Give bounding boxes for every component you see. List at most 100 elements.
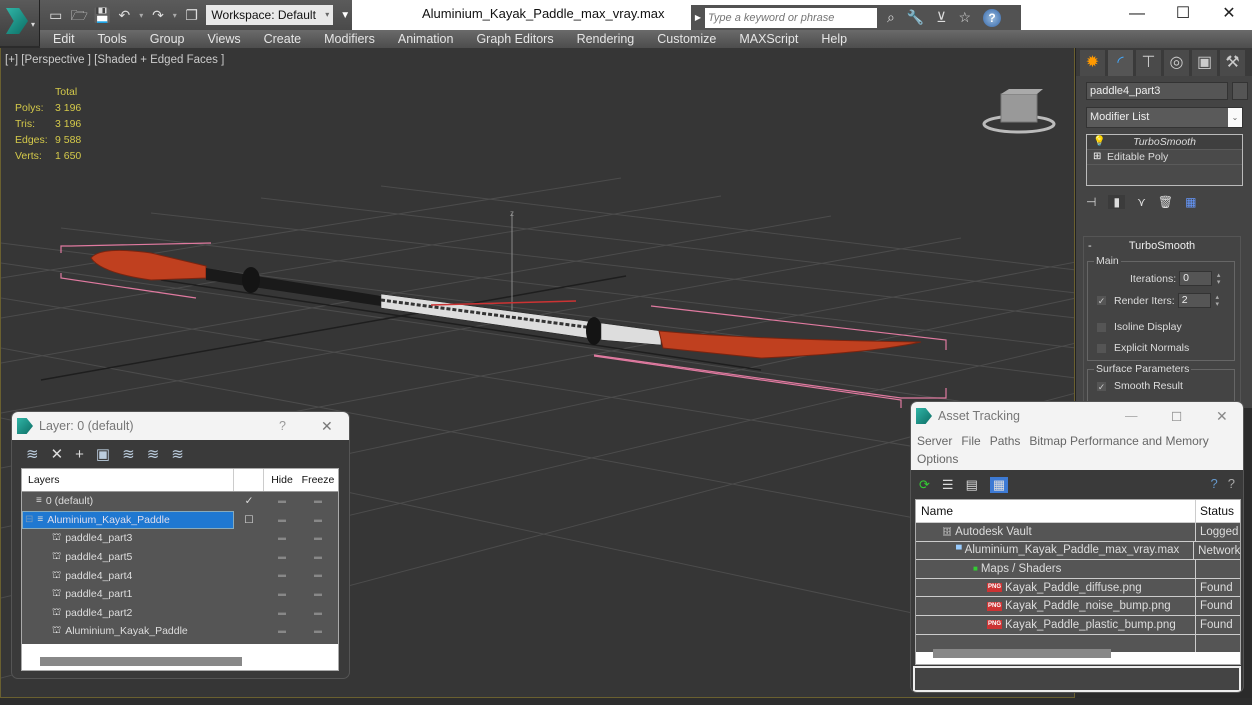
undo-icon[interactable]: ↶ xyxy=(117,7,133,23)
object-row[interactable]: ⛫ paddle4_part4 ▬ ▬ xyxy=(22,566,338,585)
spinner-arrows-icon[interactable]: ▴ ▾ xyxy=(1214,272,1223,286)
menu-group[interactable]: Group xyxy=(150,32,185,46)
column-status[interactable]: Status xyxy=(1196,500,1234,522)
current-layer-checkbox[interactable]: ☐ xyxy=(234,511,264,530)
menu-create[interactable]: Create xyxy=(264,32,302,46)
satellite-icon[interactable]: ⊻ xyxy=(936,9,946,26)
motion-tab-icon[interactable]: ◎ xyxy=(1164,50,1189,76)
project-folder-icon[interactable]: ❐ xyxy=(184,7,200,23)
menu-rendering[interactable]: Rendering xyxy=(577,32,635,46)
modify-tab-icon[interactable]: ◜ xyxy=(1108,50,1133,76)
asset-row[interactable]: PNG Kayak_Paddle_plastic_bump.png Found xyxy=(916,614,1240,634)
refresh-icon[interactable]: ⟳ xyxy=(919,477,930,493)
remove-modifier-icon[interactable]: 🗑 xyxy=(1158,195,1173,209)
iterations-spinner[interactable]: 0 xyxy=(1179,271,1213,286)
menu-options[interactable]: Options xyxy=(917,452,958,466)
workspace-dropdown[interactable]: Workspace: Default ▾ xyxy=(206,5,334,25)
object-row[interactable]: ⛫ paddle4_part2 ▬ ▬ xyxy=(22,604,338,623)
add-to-layer-icon[interactable]: + xyxy=(75,446,84,463)
freeze-toggle[interactable]: ▬ xyxy=(300,511,336,530)
column-name[interactable]: Name xyxy=(916,500,1196,522)
hide-toggle[interactable]: ▬ xyxy=(264,585,300,604)
redo-dropdown-icon[interactable]: ▾ xyxy=(173,11,177,20)
object-row[interactable]: ⛫ paddle4_part3 ▬ ▬ xyxy=(22,529,338,548)
star-favorites-icon[interactable]: ☆ xyxy=(959,9,972,26)
column-freeze[interactable]: Freeze xyxy=(300,469,336,491)
menu-server[interactable]: Server xyxy=(917,434,952,448)
show-end-result-icon[interactable]: ▮ xyxy=(1108,195,1126,209)
dialog-title-bar[interactable]: Layer: 0 (default) ? ✕ xyxy=(12,412,349,440)
close-button[interactable]: ✕ xyxy=(1216,408,1228,425)
asset-row[interactable]: PNG Kayak_Paddle_diffuse.png Found xyxy=(916,577,1240,597)
hide-toggle[interactable]: ▬ xyxy=(264,511,300,530)
thumbnail-view-icon[interactable]: ▤ xyxy=(966,477,978,493)
smooth-result-checkbox[interactable]: ✓ xyxy=(1096,380,1107,392)
asset-row[interactable]: PNG Kayak_Paddle_noise_bump.png Found xyxy=(916,596,1240,615)
undo-dropdown-icon[interactable]: ▾ xyxy=(139,11,143,20)
modifier-list-dropdown[interactable]: Modifier List ⌄ xyxy=(1086,107,1243,128)
select-layer-icon[interactable]: ≋ xyxy=(122,445,135,463)
layer-properties-icon[interactable]: ≋ xyxy=(171,445,184,463)
horizontal-scrollbar[interactable] xyxy=(933,649,1111,658)
menu-help[interactable]: Help xyxy=(821,32,847,46)
create-layer-icon[interactable]: ≋ xyxy=(26,445,39,463)
customize-qat-icon[interactable]: ▼ xyxy=(340,10,352,21)
help-button[interactable]: ? xyxy=(279,419,286,433)
maximize-button[interactable]: ☐ xyxy=(1160,0,1206,28)
asset-row[interactable]: ▀ Aluminium_Kayak_Paddle_max_vray.max Netw… xyxy=(916,540,1240,560)
object-row[interactable]: ⛫ paddle4_part1 ▬ ▬ xyxy=(22,585,338,604)
render-iters-spinner[interactable]: 2 xyxy=(1177,293,1211,308)
explicit-normals-checkbox[interactable] xyxy=(1096,342,1107,354)
object-row[interactable]: ⛫ paddle4_part5 ▬ ▬ xyxy=(22,548,338,567)
freeze-toggle[interactable]: ▬ xyxy=(300,604,336,623)
menu-maxscript[interactable]: MAXScript xyxy=(739,32,798,46)
expand-arrow-icon[interactable]: ▶ xyxy=(691,13,705,22)
open-folder-icon[interactable]: 🗁 xyxy=(71,7,88,23)
configure-modifier-sets-icon[interactable]: ▦ xyxy=(1185,195,1196,209)
hide-toggle[interactable]: ▬ xyxy=(264,529,300,548)
horizontal-scrollbar[interactable] xyxy=(40,657,242,666)
spinner-arrows-icon[interactable]: ▴ ▾ xyxy=(1213,294,1222,308)
menu-edit[interactable]: Edit xyxy=(53,32,75,46)
freeze-toggle[interactable]: ▬ xyxy=(300,566,336,585)
hide-toggle[interactable]: ▬ xyxy=(264,566,300,585)
plus-box-icon[interactable]: ⊞ xyxy=(1093,152,1103,162)
rollout-header[interactable]: - TurboSmooth xyxy=(1084,237,1240,255)
asset-row[interactable]: ■ Maps / Shaders xyxy=(916,559,1240,578)
redo-icon[interactable]: ↷ xyxy=(150,7,166,23)
asset-row[interactable]: 🗄 Autodesk Vault Logged xyxy=(916,522,1240,541)
create-tab-icon[interactable]: ✹ xyxy=(1080,50,1105,76)
hide-unhide-all-icon[interactable]: ≋ xyxy=(147,445,160,463)
context-help-icon[interactable]: ? xyxy=(1228,476,1235,491)
collapse-icon[interactable]: ⊟ xyxy=(25,511,33,529)
menu-bitmap-performance[interactable]: Bitmap Performance and Memory xyxy=(1029,434,1208,448)
save-icon[interactable]: 💾 xyxy=(94,7,111,23)
make-unique-icon[interactable]: ⋎ xyxy=(1137,195,1146,209)
column-layers[interactable]: Layers xyxy=(22,469,234,491)
menu-tools[interactable]: Tools xyxy=(98,32,127,46)
freeze-toggle[interactable]: ▬ xyxy=(300,622,336,641)
dialog-title-bar[interactable]: Asset Tracking — ☐ ✕ xyxy=(911,402,1243,430)
stack-item-editable-poly[interactable]: ⊞ Editable Poly xyxy=(1087,150,1242,165)
freeze-toggle[interactable]: ▬ xyxy=(300,585,336,604)
freeze-toggle[interactable]: ▬ xyxy=(300,548,336,567)
minimize-button[interactable]: — xyxy=(1125,409,1138,423)
minimize-button[interactable]: — xyxy=(1114,0,1160,28)
pin-stack-icon[interactable]: ⊣ xyxy=(1086,195,1096,209)
stack-item-turbosmooth[interactable]: 💡 TurboSmooth xyxy=(1087,135,1242,150)
search-input[interactable] xyxy=(705,7,877,28)
render-iters-checkbox[interactable]: ✓ xyxy=(1096,295,1107,306)
menu-animation[interactable]: Animation xyxy=(398,32,454,46)
current-layer-checkmark[interactable]: ✓ xyxy=(234,492,264,511)
menu-graph-editors[interactable]: Graph Editors xyxy=(476,32,553,46)
hide-toggle[interactable]: ▬ xyxy=(264,622,300,641)
new-file-icon[interactable]: ▭ xyxy=(48,7,64,23)
isoline-checkbox[interactable] xyxy=(1096,321,1107,333)
maximize-button[interactable]: ☐ xyxy=(1171,409,1182,424)
viewport-label-menu[interactable]: [+] [Perspective ] [Shaded + Edged Faces… xyxy=(5,54,224,66)
menu-file[interactable]: File xyxy=(961,434,980,448)
hide-toggle[interactable]: ▬ xyxy=(264,548,300,567)
hide-toggle[interactable]: ▬ xyxy=(264,492,300,511)
layer-row[interactable]: ≡ 0 (default) ✓ ▬ ▬ xyxy=(22,492,338,511)
lightbulb-icon[interactable]: 💡 xyxy=(1093,137,1105,147)
